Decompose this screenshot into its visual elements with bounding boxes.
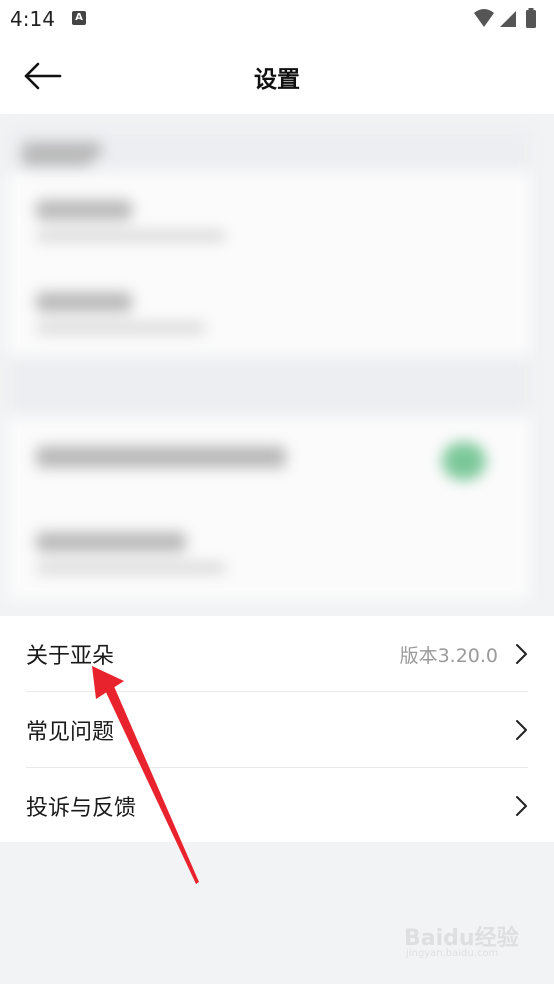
status-icons	[472, 7, 544, 31]
chevron-right-icon	[516, 720, 527, 740]
signal-icon	[500, 11, 516, 27]
blurred-toggle	[442, 442, 486, 480]
status-time: 4:14	[10, 7, 55, 31]
status-bar: 4:14 A	[0, 0, 554, 38]
back-button[interactable]	[18, 56, 66, 96]
version-value: 版本3.20.0	[399, 645, 498, 667]
blurred-card	[8, 172, 530, 356]
chevron-right-icon	[516, 644, 527, 664]
blurred-settings-area	[0, 114, 554, 606]
item-label: 常见问题	[26, 720, 115, 745]
item-label: 投诉与反馈	[26, 796, 137, 821]
wifi-icon	[474, 9, 494, 27]
chevron-right-icon	[516, 796, 527, 816]
battery-icon	[526, 8, 536, 28]
blurred-section-header	[8, 150, 530, 416]
page-title: 设置	[254, 67, 300, 93]
settings-list: 关于亚朵 版本3.20.0 常见问题 投诉与反馈	[0, 616, 554, 842]
arrow-left-icon	[24, 62, 62, 90]
app-header: 设置	[0, 38, 554, 114]
list-item-faq[interactable]: 常见问题	[26, 692, 528, 768]
watermark-url: jingyan.baidu.com	[406, 948, 499, 959]
blurred-content	[8, 128, 530, 606]
item-label: 关于亚朵	[26, 644, 115, 669]
list-item-about[interactable]: 关于亚朵 版本3.20.0	[26, 616, 528, 692]
list-item-feedback[interactable]: 投诉与反馈	[26, 768, 528, 843]
notification-app-icon: A	[72, 11, 86, 25]
watermark: Baidu经验 jingyan.baidu.com	[404, 920, 524, 964]
blurred-card	[8, 416, 530, 600]
